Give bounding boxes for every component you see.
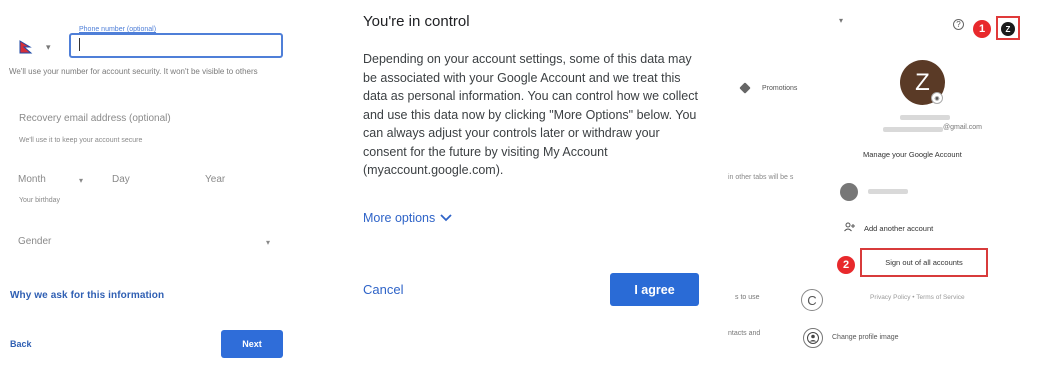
secondary-account-redacted	[868, 189, 908, 194]
phone-hint-text: We'll use your number for account securi…	[9, 67, 258, 76]
email-domain: @gmail.com	[943, 124, 983, 131]
birth-day-input[interactable]: Day	[112, 174, 130, 185]
step-badge-1: 1	[973, 20, 991, 38]
gender-dropdown-icon[interactable]: ▾	[266, 238, 270, 247]
manage-account-button[interactable]: Manage your Google Account	[863, 150, 962, 159]
add-another-account-button[interactable]: Add another account	[864, 224, 933, 233]
birth-month-select[interactable]: Month	[18, 174, 46, 185]
month-dropdown-icon[interactable]: ▾	[79, 176, 83, 185]
why-we-ask-link[interactable]: Why we ask for this information	[10, 290, 164, 301]
c-logo-icon: C	[801, 289, 823, 311]
background-text-3: ntacts and	[728, 330, 761, 337]
recovery-email-hint: We'll use it to keep your account secure	[19, 137, 143, 144]
tag-icon	[739, 82, 751, 94]
secondary-account-avatar[interactable]	[840, 183, 858, 201]
background-text-2: s to use	[735, 294, 760, 301]
signup-form-panel: ▾ Phone number (optional) We'll use your…	[0, 0, 340, 369]
account-menu-panel: ▾ ? 1 Z Promotions Z ◉ @gmail.com Manage…	[720, 0, 1060, 369]
camera-icon[interactable]: ◉	[931, 92, 943, 104]
back-button[interactable]: Back	[10, 339, 32, 349]
consent-body-text: Depending on your account settings, some…	[363, 52, 698, 177]
recovery-email-input[interactable]: Recovery email address (optional)	[19, 113, 171, 124]
next-button[interactable]: Next	[221, 330, 283, 358]
nepal-flag-icon[interactable]	[19, 40, 33, 54]
country-dropdown-icon[interactable]: ▾	[46, 42, 51, 53]
phone-number-input[interactable]	[69, 33, 283, 58]
dropdown-icon[interactable]: ▾	[839, 16, 843, 25]
more-options-button[interactable]: More options	[363, 211, 452, 225]
account-name-redacted	[900, 115, 950, 120]
sign-out-all-label: Sign out of all accounts	[885, 258, 963, 267]
phone-number-label: Phone number (optional)	[77, 26, 159, 33]
chevron-down-icon	[440, 211, 452, 225]
account-email-redacted	[883, 127, 943, 132]
profile-icon[interactable]	[803, 328, 823, 348]
text-cursor	[79, 38, 80, 51]
step-badge-2: 2	[837, 256, 855, 274]
privacy-terms-links[interactable]: Privacy Policy • Terms of Service	[870, 294, 965, 301]
change-profile-image-link[interactable]: Change profile image	[832, 334, 899, 341]
consent-title: You're in control	[363, 13, 470, 30]
birth-year-input[interactable]: Year	[205, 174, 225, 185]
consent-panel: You're in control Depending on your acco…	[345, 0, 715, 369]
cancel-button[interactable]: Cancel	[363, 282, 403, 297]
help-icon[interactable]: ?	[953, 19, 964, 30]
birthday-hint: Your birthday	[19, 197, 60, 204]
i-agree-button[interactable]: I agree	[610, 273, 699, 306]
account-avatar-button[interactable]: Z	[1001, 22, 1015, 36]
sign-out-all-button[interactable]: Sign out of all accounts	[860, 248, 988, 277]
gender-select[interactable]: Gender	[18, 236, 51, 247]
add-person-icon	[844, 222, 856, 234]
background-text: in other tabs will be s	[728, 174, 794, 181]
promotions-tab[interactable]: Promotions	[762, 85, 797, 92]
more-options-label: More options	[363, 211, 436, 225]
